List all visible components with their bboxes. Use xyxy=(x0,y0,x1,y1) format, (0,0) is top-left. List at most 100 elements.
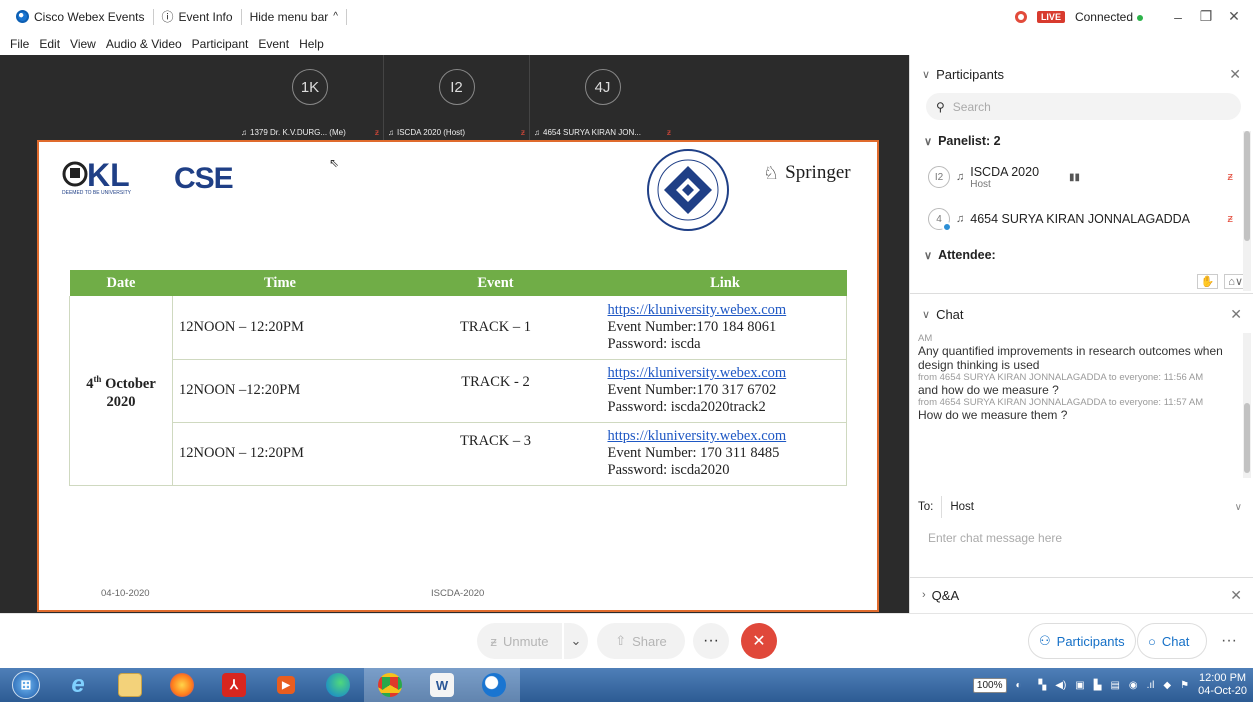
chat-panel-header[interactable]: ∨ Chat ✕ xyxy=(910,295,1253,333)
start-button[interactable]: ⊞ xyxy=(0,668,52,702)
more-options-button[interactable]: ··· xyxy=(693,623,729,659)
springer-label: Springer xyxy=(785,162,851,183)
end-meeting-button[interactable]: ✕ xyxy=(741,623,777,659)
windows-start-icon: ⊞ xyxy=(12,671,40,699)
webex-link[interactable]: https://kluniversity.webex.com xyxy=(608,428,787,444)
avatar: 1K xyxy=(292,69,328,105)
system-tray: 100% ◐ ▚ ◀) ▣ ▙ ▤ ◉ .ıl ◆ ⚑ 12:00 PM 04-… xyxy=(972,668,1247,702)
close-icon[interactable]: ✕ xyxy=(1230,306,1242,323)
network-icon[interactable]: ◐ xyxy=(1016,680,1022,691)
close-window-icon[interactable]: ✕ xyxy=(1225,8,1243,25)
search-placeholder: Search xyxy=(952,99,991,114)
menu-event[interactable]: Event xyxy=(258,37,289,51)
taskbar-app[interactable]: ⅄ xyxy=(208,668,260,702)
participants-panel-header[interactable]: ∨ Participants ✕ xyxy=(910,55,1253,93)
taskbar-app[interactable]: e xyxy=(52,668,104,702)
event-info-button[interactable]: ⓘ Event Info xyxy=(154,8,242,25)
volume-icon[interactable]: ◀) xyxy=(1055,680,1066,691)
link-cell: https://kluniversity.webex.com Event Num… xyxy=(603,359,847,423)
qa-title: Q&A xyxy=(931,587,960,603)
event-number: Event Number:170 184 8061 xyxy=(607,318,777,335)
restore-icon[interactable]: ❐ xyxy=(1197,8,1215,25)
minimize-icon[interactable]: – xyxy=(1169,9,1187,25)
taskbar-app[interactable] xyxy=(156,668,208,702)
webex-link[interactable]: https://kluniversity.webex.com xyxy=(608,302,787,318)
unmute-button[interactable]: ᵶ Unmute xyxy=(477,623,562,659)
table-row: 12NOON –12:20PM TRACK - 2 https://kluniv… xyxy=(70,359,847,423)
content-stage: 1K ♫ 1379 Dr. K.V.DURG... (Me) ᵶ I2 ♫ IS… xyxy=(0,55,909,613)
chevron-down-icon: ∨ xyxy=(922,308,931,321)
flag-icon[interactable]: ⚑ xyxy=(1180,680,1189,691)
taskbar-app[interactable] xyxy=(468,668,520,702)
chat-input[interactable]: Enter chat message here xyxy=(928,531,1238,553)
kl-university-logo: KL DEEMED TO BE UNIVERSITY xyxy=(61,157,171,196)
video-thumbnail[interactable]: 1K ♫ 1379 Dr. K.V.DURG... (Me) ᵶ xyxy=(237,55,383,141)
participant-row[interactable]: I2 ♫ ISCDA 2020 Host ▮▮ ᵶ xyxy=(910,156,1253,198)
tray-icon[interactable]: ▙ xyxy=(1094,680,1102,691)
share-button[interactable]: ⇧ Share xyxy=(597,623,685,659)
avatar: 4 xyxy=(928,208,952,232)
person-icon: ⚇ xyxy=(1039,633,1051,648)
avatar: I2 xyxy=(928,166,950,188)
chat-meta: from 4654 SURYA KIRAN JONNALAGADDA to ev… xyxy=(918,397,1204,408)
clock[interactable]: 12:00 PM 04-Oct-20 xyxy=(1198,672,1247,698)
event-cell: TRACK – 1 xyxy=(387,296,604,360)
close-icon[interactable]: ✕ xyxy=(1230,587,1242,604)
internet-explorer-icon: e xyxy=(71,671,85,698)
schedule-table: Date Time Event Link 4th October 2020 12… xyxy=(69,270,847,486)
tray-icon[interactable]: ◆ xyxy=(1163,680,1171,691)
signal-icon[interactable]: .ıl xyxy=(1147,680,1155,691)
menu-edit[interactable]: Edit xyxy=(39,37,60,51)
mic-muted-icon: ᵶ xyxy=(667,128,671,137)
firefox-icon xyxy=(170,673,194,697)
menu-view[interactable]: View xyxy=(70,37,96,51)
chat-meta: from 4654 SURYA KIRAN JONNALAGADDA to ev… xyxy=(918,372,1204,383)
chat-messages: AM Any quantified improvements in resear… xyxy=(918,333,1238,465)
tray-icon[interactable]: ◉ xyxy=(1129,680,1138,691)
table-row: 4th October 2020 12NOON – 12:20PM TRACK … xyxy=(69,296,847,486)
unmute-options-button[interactable]: ⌄ xyxy=(564,623,588,659)
taskbar-app[interactable] xyxy=(312,668,364,702)
taskbar-app[interactable]: ▶ xyxy=(260,668,312,702)
menu-file[interactable]: File xyxy=(10,37,29,51)
right-panel: ∨ Participants ✕ ⚲ Search ∨ Panelist: 2 … xyxy=(909,55,1253,613)
svg-text:DEEMED TO BE UNIVERSITY: DEEMED TO BE UNIVERSITY xyxy=(62,190,132,196)
taskbar-app[interactable] xyxy=(104,668,156,702)
battery-indicator[interactable]: 100% xyxy=(972,677,1007,693)
chat-meta: AM xyxy=(918,333,933,344)
panel-more-button[interactable]: ··· xyxy=(1211,623,1247,659)
column-header-time: Time xyxy=(172,270,388,296)
close-icon[interactable]: ✕ xyxy=(1229,66,1241,83)
tray-icon[interactable]: ▚ xyxy=(1039,680,1047,691)
recipient-select[interactable]: Host ∨ xyxy=(941,496,1248,518)
panelist-group-header[interactable]: ∨ Panelist: 2 xyxy=(910,126,1253,156)
participants-scrollbar[interactable] xyxy=(1243,131,1251,291)
recording-icon xyxy=(1014,10,1027,23)
chat-scrollbar[interactable] xyxy=(1243,333,1251,478)
title-bar: Cisco Webex Events ⓘ Event Info Hide men… xyxy=(0,0,1253,33)
menu-participant[interactable]: Participant xyxy=(192,37,249,51)
chevron-down-icon: ∨ xyxy=(924,135,933,148)
participant-row[interactable]: 4 ♫ 4654 SURYA KIRAN JONNALAGADDA ᵶ xyxy=(910,198,1253,240)
springer-logo: ♘ Springer xyxy=(763,162,851,184)
search-input[interactable]: ⚲ Search xyxy=(926,93,1241,120)
menu-audio-video[interactable]: Audio & Video xyxy=(106,37,182,51)
video-thumbnail[interactable]: 4J ♫ 4654 SURYA KIRAN JON... ᵶ xyxy=(529,55,675,141)
participants-toggle-button[interactable]: ⚇ Participants xyxy=(1028,623,1136,659)
chat-toggle-button[interactable]: ○ Chat xyxy=(1137,623,1207,659)
tray-icon[interactable]: ▣ xyxy=(1075,680,1084,691)
slide-footer-conference: ISCDA-2020 xyxy=(431,588,485,599)
tray-icon[interactable]: ▤ xyxy=(1110,680,1119,691)
attendee-group-header[interactable]: ∨ Attendee: xyxy=(910,240,1253,270)
chat-message: How do we measure them ? xyxy=(918,408,1068,422)
mic-off-icon: ᵶ xyxy=(490,633,497,649)
menu-help[interactable]: Help xyxy=(299,37,324,51)
qa-panel-header[interactable]: › Q&A ✕ xyxy=(910,578,1253,612)
video-thumbnail[interactable]: I2 ♫ ISCDA 2020 (Host) ᵶ xyxy=(383,55,529,141)
taskbar-app[interactable]: W xyxy=(416,668,468,702)
taskbar-app[interactable] xyxy=(364,668,416,702)
webex-link[interactable]: https://kluniversity.webex.com xyxy=(608,365,787,381)
link-cell: https://kluniversity.webex.com Event Num… xyxy=(603,296,847,360)
hide-menu-bar-button[interactable]: Hide menu bar ^ xyxy=(242,8,347,25)
raise-hand-icon[interactable]: ✋ xyxy=(1196,274,1219,289)
